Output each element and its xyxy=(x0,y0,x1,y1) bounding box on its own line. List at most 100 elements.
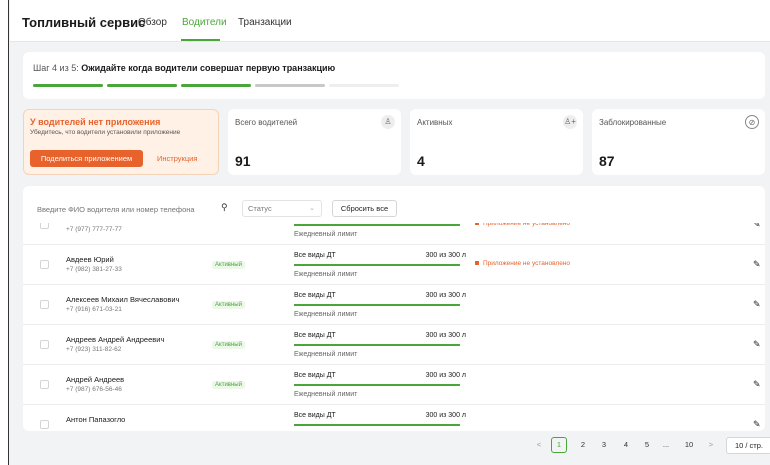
usage-bar xyxy=(294,264,460,266)
usage-bar-fill xyxy=(294,224,460,226)
drivers-list: +7 (977) 777-77-77 Ежедневный лимит Прилож… xyxy=(23,223,765,431)
no-app-warning-card: У водителей нет приложения Убедитесь, чт… xyxy=(23,109,219,175)
page-3[interactable]: 3 xyxy=(596,437,612,453)
step-segment-2 xyxy=(107,84,177,87)
driver-phone: +7 (987) 676-56-46 xyxy=(66,386,122,393)
tab-overview[interactable]: Обзор xyxy=(138,17,167,28)
row-checkbox[interactable] xyxy=(40,223,49,229)
status-select[interactable]: Статус ⌄ xyxy=(242,200,322,217)
fuel-type: Все виды ДТ xyxy=(294,372,336,379)
usage-bar-fill xyxy=(294,384,460,386)
step-segment-4 xyxy=(255,84,325,87)
page-4[interactable]: 4 xyxy=(618,437,634,453)
table-row[interactable]: Антон Папазогло Все виды ДТ 300 из 300 л ✎ xyxy=(23,405,765,431)
edit-icon[interactable]: ✎ xyxy=(753,379,761,390)
pagination-ellipsis: ... xyxy=(662,440,670,449)
fuel-type: Все виды ДТ xyxy=(294,292,336,299)
driver-name: Андрей Андреев xyxy=(66,375,125,384)
step-segment-1 xyxy=(33,84,103,87)
search-icon[interactable]: ⚲ xyxy=(221,202,228,213)
stat-total-drivers: Всего водителей ♙ 91 xyxy=(228,109,401,175)
prev-page-button[interactable]: < xyxy=(531,437,547,453)
step-description: Ожидайте когда водители совершат первую … xyxy=(81,63,336,73)
drivers-table-card: ⚲ Статус ⌄ Сбросить все +7 (977) 777-77-… xyxy=(23,186,765,431)
next-page-button[interactable]: > xyxy=(703,437,719,453)
driver-search-input[interactable] xyxy=(35,201,235,217)
status-badge: Активный xyxy=(212,341,245,349)
app-status: Приложение не установлено xyxy=(475,223,570,227)
table-row[interactable]: Авдеев Юрий +7 (982) 381-27-33 Активный Все… xyxy=(23,245,765,285)
person-icon: ♙ xyxy=(381,115,395,129)
fuel-type: Все виды ДТ xyxy=(294,412,336,419)
usage-bar-fill xyxy=(294,304,460,306)
page-size-select[interactable]: 10 / стр. xyxy=(726,437,770,454)
status-badge: Активный xyxy=(212,261,245,269)
chevron-down-icon: ⌄ xyxy=(309,205,315,212)
edit-icon[interactable]: ✎ xyxy=(753,419,761,430)
table-row[interactable]: Андрей Андреев +7 (987) 676-56-46 Активный… xyxy=(23,365,765,405)
driver-phone: +7 (982) 381-27-33 xyxy=(66,266,122,273)
top-nav: Топливный сервис Обзор Водители Транзакц… xyxy=(10,0,770,42)
step-counter: Шаг 4 из 5: xyxy=(33,63,79,73)
page-1[interactable]: 1 xyxy=(551,437,567,453)
tab-drivers[interactable]: Водители xyxy=(182,17,227,28)
usage-bar-fill xyxy=(294,424,460,426)
share-app-button[interactable]: Поделиться приложением xyxy=(30,150,143,167)
usage-bar-fill xyxy=(294,264,460,266)
driver-name: Антон Папазогло xyxy=(66,415,126,424)
edit-icon[interactable]: ✎ xyxy=(753,223,761,230)
usage-bar xyxy=(294,304,460,306)
driver-phone: +7 (916) 671-03-21 xyxy=(66,306,122,313)
reset-filters-button[interactable]: Сбросить все xyxy=(332,200,397,217)
row-checkbox[interactable] xyxy=(40,380,49,389)
blocked-icon: ⊘ xyxy=(745,115,759,129)
stat-value: 91 xyxy=(235,153,251,169)
warning-title: У водителей нет приложения xyxy=(30,117,161,127)
tab-transactions[interactable]: Транзакции xyxy=(238,17,292,28)
table-row[interactable]: Андреев Андрей Андреевич +7 (923) 311-82-… xyxy=(23,325,765,365)
app-status: Приложение не установлено xyxy=(475,260,570,267)
usage-bar xyxy=(294,224,460,226)
stat-active-drivers: Активных ♙+ 4 xyxy=(410,109,583,175)
limit-label: Ежедневный лимит xyxy=(294,271,358,278)
page-5[interactable]: 5 xyxy=(639,437,655,453)
status-select-label: Статус xyxy=(248,204,272,213)
stat-label: Всего водителей xyxy=(235,118,298,127)
fuel-usage: 300 из 300 л xyxy=(425,292,466,299)
edit-icon[interactable]: ✎ xyxy=(753,259,761,270)
fuel-usage: 300 из 300 л xyxy=(425,252,466,259)
app-title: Топливный сервис xyxy=(22,15,146,30)
app: Топливный сервис Обзор Водители Транзакц… xyxy=(10,0,770,465)
onboarding-card: Шаг 4 из 5: Ожидайте когда водители сове… xyxy=(23,52,765,99)
stat-blocked-drivers: Заблокированные ⊘ 87 xyxy=(592,109,765,175)
onboarding-step-text: Шаг 4 из 5: Ожидайте когда водители сове… xyxy=(33,63,335,73)
limit-label: Ежедневный лимит xyxy=(294,231,358,238)
instruction-link[interactable]: Инструкция xyxy=(157,154,197,163)
row-checkbox[interactable] xyxy=(40,420,49,429)
edit-icon[interactable]: ✎ xyxy=(753,339,761,350)
usage-bar xyxy=(294,344,460,346)
status-dot-icon xyxy=(475,261,479,266)
row-checkbox[interactable] xyxy=(40,260,49,269)
edit-icon[interactable]: ✎ xyxy=(753,299,761,310)
usage-bar xyxy=(294,384,460,386)
fuel-type: Все виды ДТ xyxy=(294,252,336,259)
row-checkbox[interactable] xyxy=(40,300,49,309)
table-row[interactable]: +7 (977) 777-77-77 Ежедневный лимит Прилож… xyxy=(23,223,765,245)
person-plus-icon: ♙+ xyxy=(563,115,577,129)
fuel-type: Все виды ДТ xyxy=(294,332,336,339)
fuel-usage: 300 из 300 л xyxy=(425,372,466,379)
driver-name: Алексеев Михаил Вячеславович xyxy=(66,295,180,304)
page-2[interactable]: 2 xyxy=(575,437,591,453)
warning-subtitle: Убедитесь, что водители установили прило… xyxy=(30,129,181,136)
driver-phone: +7 (977) 777-77-77 xyxy=(66,226,122,233)
app-status-text: Приложение не установлено xyxy=(483,260,571,267)
table-row[interactable]: Алексеев Михаил Вячеславович +7 (916) 671… xyxy=(23,285,765,325)
page-10[interactable]: 10 xyxy=(681,437,697,453)
status-badge: Активный xyxy=(212,301,245,309)
stat-value: 4 xyxy=(417,153,425,169)
status-dot-icon xyxy=(475,223,479,226)
row-checkbox[interactable] xyxy=(40,340,49,349)
left-border xyxy=(0,0,9,465)
driver-name: Андреев Андрей Андреевич xyxy=(66,335,165,344)
